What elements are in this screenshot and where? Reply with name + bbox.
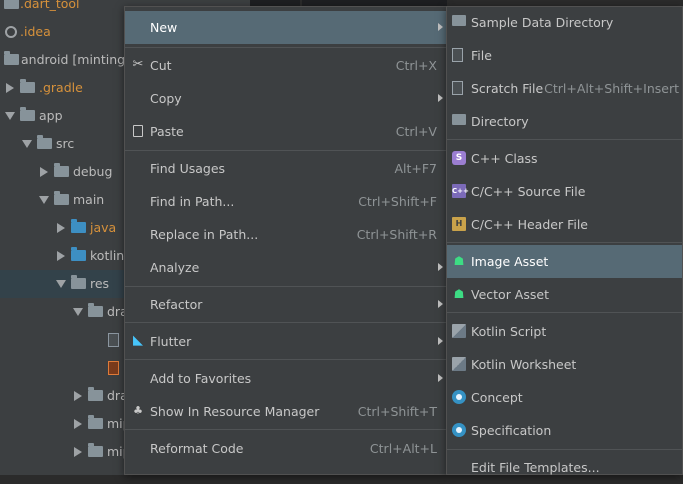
- submenu-item-directory[interactable]: Directory: [447, 105, 682, 138]
- chevron-down-icon[interactable]: [5, 112, 15, 120]
- chevron-down-icon[interactable]: [22, 140, 32, 148]
- submenu-arrow-icon: [438, 300, 443, 308]
- folder-icon: [4, 51, 19, 65]
- menu-item-analyze[interactable]: Analyze: [125, 251, 446, 284]
- separator: [125, 359, 446, 360]
- submenu-item-file[interactable]: File: [447, 39, 682, 72]
- menu-item-paste[interactable]: Paste Ctrl+V: [125, 115, 446, 148]
- folder-icon: [88, 387, 103, 401]
- menu-item-find-in-path[interactable]: Find in Path... Ctrl+Shift+F: [125, 185, 446, 218]
- android-icon: ☗: [453, 254, 465, 268]
- separator: [447, 312, 682, 313]
- submenu-item-cpp-class[interactable]: S C++ Class: [447, 142, 682, 175]
- xml-file-icon: [108, 333, 119, 347]
- menu-item-copy[interactable]: Copy: [125, 82, 446, 115]
- menu-item-replace-in-path[interactable]: Replace in Path... Ctrl+Shift+R: [125, 218, 446, 251]
- cpp-source-file-icon: C++: [452, 184, 469, 198]
- submenu-item-cpp-header-file[interactable]: H C/C++ Header File: [447, 208, 682, 241]
- folder-icon: [71, 247, 86, 261]
- scissors-icon: ✂: [132, 57, 144, 72]
- context-menu: New ✂ Cut Ctrl+X Copy Paste Ctrl+V Find …: [124, 6, 447, 475]
- folder-icon: [71, 219, 86, 233]
- menu-item-reformat-code[interactable]: Reformat Code Ctrl+Alt+L: [125, 432, 446, 465]
- separator: [447, 242, 682, 243]
- cpp-class-icon: S: [452, 151, 466, 165]
- file-icon: [452, 48, 463, 62]
- separator: [125, 286, 446, 287]
- menu-item-new[interactable]: New: [125, 11, 446, 44]
- submenu-item-specification[interactable]: Specification: [447, 414, 682, 447]
- new-submenu: Sample Data Directory File Scratch File …: [446, 6, 683, 475]
- cpp-header-file-icon: H: [452, 217, 466, 231]
- image-file-icon: [108, 361, 119, 375]
- specification-icon: [452, 423, 466, 437]
- submenu-item-edit-file-templates[interactable]: Edit File Templates...: [447, 451, 682, 484]
- submenu-item-image-asset[interactable]: ☗ Image Asset: [447, 245, 682, 278]
- clipboard-icon: [133, 125, 143, 137]
- submenu-item-vector-asset[interactable]: ☗ Vector Asset: [447, 278, 682, 311]
- chevron-right-icon[interactable]: [57, 223, 65, 233]
- kotlin-worksheet-icon: [452, 357, 466, 371]
- submenu-item-kotlin-script[interactable]: Kotlin Script: [447, 315, 682, 348]
- submenu-arrow-icon: [438, 337, 443, 345]
- separator: [447, 449, 682, 450]
- folder-icon: [452, 15, 466, 26]
- chevron-down-icon[interactable]: [39, 196, 49, 204]
- submenu-item-kotlin-worksheet[interactable]: Kotlin Worksheet: [447, 348, 682, 381]
- concept-icon: [452, 390, 466, 404]
- submenu-arrow-icon: [438, 374, 443, 382]
- submenu-item-concept[interactable]: Concept: [447, 381, 682, 414]
- chevron-right-icon[interactable]: [40, 167, 48, 177]
- chevron-right-icon[interactable]: [74, 419, 82, 429]
- flutter-icon: ◣: [133, 333, 143, 348]
- menu-item-find-usages[interactable]: Find Usages Alt+F7: [125, 152, 446, 185]
- menu-item-show-in-resource-manager[interactable]: ♣ Show In Resource Manager Ctrl+Shift+T: [125, 395, 446, 428]
- folder-icon: [4, 0, 19, 9]
- menu-item-cut[interactable]: ✂ Cut Ctrl+X: [125, 49, 446, 82]
- separator: [125, 322, 446, 323]
- separator: [447, 139, 682, 140]
- chevron-right-icon[interactable]: [57, 251, 65, 261]
- chevron-right-icon[interactable]: [6, 83, 14, 93]
- folder-icon: [20, 79, 35, 93]
- folder-icon: [54, 163, 69, 177]
- submenu-item-scratch-file[interactable]: Scratch File Ctrl+Alt+Shift+Insert: [447, 72, 682, 105]
- submenu-item-cpp-source-file[interactable]: C++ C/C++ Source File: [447, 175, 682, 208]
- resource-manager-icon: ♣: [133, 404, 143, 417]
- menu-item-refactor[interactable]: Refactor: [125, 288, 446, 321]
- menu-item-flutter[interactable]: ◣ Flutter: [125, 325, 446, 358]
- folder-icon: [452, 114, 466, 125]
- folder-icon: [88, 303, 103, 317]
- chevron-down-icon[interactable]: [73, 308, 83, 316]
- separator: [125, 429, 446, 430]
- menu-item-add-to-favorites[interactable]: Add to Favorites: [125, 362, 446, 395]
- android-icon: ☗: [453, 287, 465, 301]
- folder-icon: [88, 415, 103, 429]
- chevron-down-icon[interactable]: [56, 280, 66, 288]
- folder-icon: [71, 275, 86, 289]
- folder-icon: [37, 135, 52, 149]
- submenu-arrow-icon: [438, 94, 443, 102]
- submenu-arrow-icon: [438, 263, 443, 271]
- separator: [125, 150, 446, 151]
- separator: [125, 47, 446, 48]
- folder-icon: [88, 443, 103, 457]
- chevron-right-icon[interactable]: [74, 391, 82, 401]
- submenu-item-sample-data-directory[interactable]: Sample Data Directory: [447, 6, 682, 39]
- folder-icon: [20, 107, 35, 121]
- gear-icon: [5, 26, 17, 38]
- kotlin-script-icon: [452, 324, 466, 338]
- scratch-file-icon: [452, 81, 463, 95]
- chevron-right-icon[interactable]: [74, 447, 82, 457]
- folder-icon: [54, 191, 69, 205]
- submenu-arrow-icon: [438, 23, 443, 31]
